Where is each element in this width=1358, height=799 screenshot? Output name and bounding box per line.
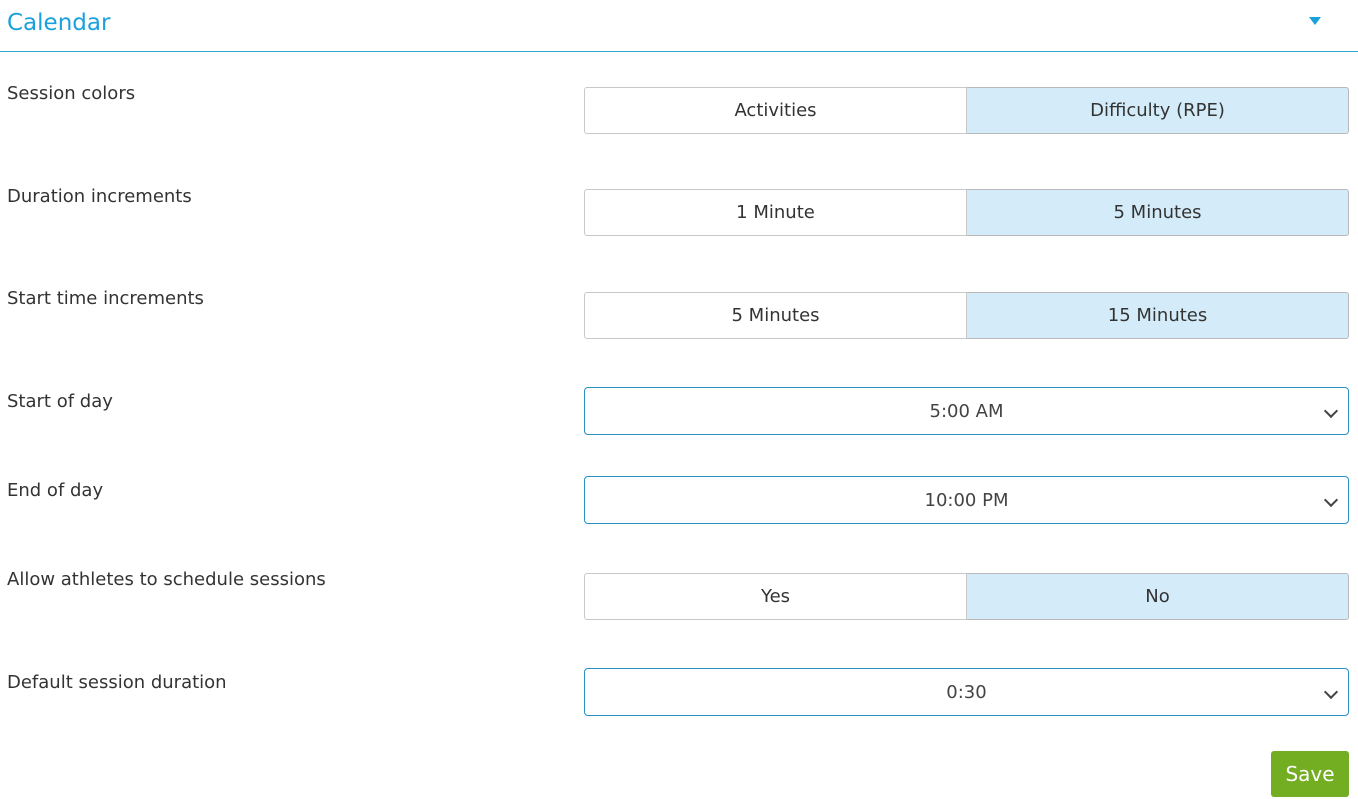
duration-increments-toggle: 1 Minute 5 Minutes [584, 189, 1349, 236]
session-colors-label: Session colors [7, 83, 136, 104]
session-colors-toggle: Activities Difficulty (RPE) [584, 87, 1349, 134]
end-of-day-select[interactable]: 10:00 PM [584, 476, 1349, 524]
session-colors-option-difficulty[interactable]: Difficulty (RPE) [967, 87, 1349, 134]
end-of-day-value: 10:00 PM [924, 489, 1009, 511]
default-session-duration-label: Default session duration [7, 672, 227, 693]
allow-athletes-schedule-option-no[interactable]: No [967, 573, 1349, 620]
allow-athletes-schedule-label: Allow athletes to schedule sessions [7, 569, 326, 590]
start-time-increments-option-15-minutes[interactable]: 15 Minutes [967, 292, 1349, 339]
end-of-day-label: End of day [7, 480, 104, 501]
duration-increments-option-5-minutes[interactable]: 5 Minutes [967, 189, 1349, 236]
start-time-increments-option-5-minutes[interactable]: 5 Minutes [584, 292, 967, 339]
duration-increments-option-1-minute[interactable]: 1 Minute [584, 189, 967, 236]
chevron-down-icon [1323, 684, 1339, 700]
start-of-day-select[interactable]: 5:00 AM [584, 387, 1349, 435]
default-session-duration-select[interactable]: 0:30 [584, 668, 1349, 716]
start-time-increments-label: Start time increments [7, 288, 204, 309]
start-of-day-value: 5:00 AM [929, 400, 1004, 422]
calendar-settings-page: Calendar Session colors Activities Diffi… [0, 0, 1358, 799]
default-session-duration-value: 0:30 [946, 681, 987, 703]
start-time-increments-toggle: 5 Minutes 15 Minutes [584, 292, 1349, 339]
section-title: Calendar [7, 10, 111, 36]
start-of-day-label: Start of day [7, 391, 113, 412]
save-button[interactable]: Save [1271, 751, 1349, 797]
allow-athletes-schedule-toggle: Yes No [584, 573, 1349, 620]
duration-increments-label: Duration increments [7, 186, 192, 207]
session-colors-option-activities[interactable]: Activities [584, 87, 967, 134]
allow-athletes-schedule-option-yes[interactable]: Yes [584, 573, 967, 620]
chevron-down-icon [1323, 403, 1339, 419]
chevron-down-icon [1323, 492, 1339, 508]
calendar-section-header[interactable]: Calendar [0, 0, 1358, 52]
caret-down-icon[interactable] [1309, 17, 1321, 25]
